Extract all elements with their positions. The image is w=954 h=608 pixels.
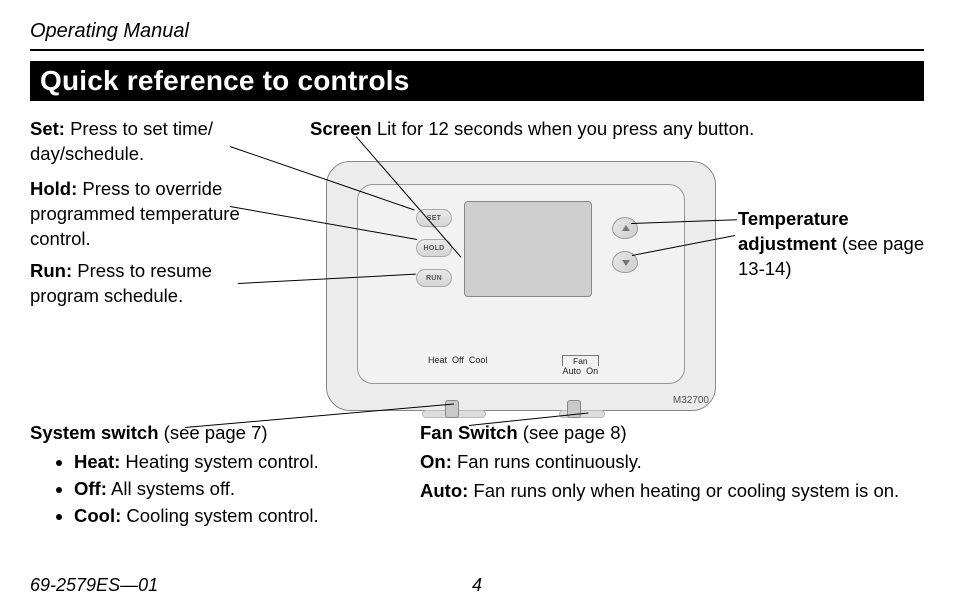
bullet-text: All systems off.	[107, 478, 235, 499]
callout-fan-text: (see page 8)	[518, 422, 627, 443]
callout-hold: Hold: Press to override programmed tempe…	[30, 177, 280, 252]
fan-on-text: Fan runs continuously.	[452, 451, 642, 472]
callout-system-label: System switch	[30, 422, 159, 443]
callout-screen: Screen Lit for 12 seconds when you press…	[310, 117, 870, 142]
callout-system: System switch (see page 7) Heat: Heating…	[30, 421, 410, 529]
temp-up-button	[612, 217, 638, 239]
bullet-text: Cooling system control.	[121, 505, 318, 526]
device-panel: SET HOLD RUN Heat Off Cool Fan Auto	[357, 184, 685, 384]
bullet-label: Heat:	[74, 451, 120, 472]
list-item: Cool: Cooling system control.	[74, 504, 410, 529]
sys-cool: Cool	[469, 355, 488, 365]
list-item: Heat: Heating system control.	[74, 450, 410, 475]
header-rule	[30, 49, 924, 51]
bullet-label: Off:	[74, 478, 107, 499]
callout-screen-text: Lit for 12 seconds when you press any bu…	[372, 118, 755, 139]
model-number: M32700	[673, 395, 709, 406]
fan-auto-label: Auto:	[420, 480, 468, 501]
fan-auto: Auto	[563, 366, 582, 376]
callout-temperature: Temperature adjustment (see page 13-14)	[738, 207, 938, 282]
list-item: Off: All systems off.	[74, 477, 410, 502]
callout-hold-label: Hold:	[30, 178, 77, 199]
page-footer: 69-2579ES—01 4	[30, 575, 924, 596]
fan-auto-text: Fan runs only when heating or cooling sy…	[468, 480, 899, 501]
system-switch-labels: Heat Off Cool	[428, 355, 487, 365]
bullet-text: Heating system control.	[120, 451, 318, 472]
callout-screen-label: Screen	[310, 118, 372, 139]
page-number: 4	[472, 575, 482, 596]
callout-set-label: Set:	[30, 118, 65, 139]
fan-on-label: On:	[420, 451, 452, 472]
callout-set: Set: Press to set time/ day/schedule.	[30, 117, 280, 167]
doc-number: 69-2579ES—01	[30, 575, 158, 596]
system-bullets: Heat: Heating system control. Off: All s…	[30, 450, 410, 529]
section-title: Quick reference to controls	[30, 61, 924, 101]
device-screen	[464, 201, 592, 297]
sys-off: Off	[452, 355, 464, 365]
fan-on: On	[586, 366, 598, 376]
switch-row: Heat Off Cool Fan Auto On	[418, 355, 644, 377]
callout-fan: Fan Switch (see page 8) On: Fan runs con…	[420, 421, 930, 504]
manual-title: Operating Manual	[30, 20, 924, 47]
fan-switch-labels: Fan Auto On	[562, 355, 599, 376]
run-button: RUN	[416, 269, 452, 287]
callout-temp-label: Temperature adjustment	[738, 208, 849, 254]
sys-heat: Heat	[428, 355, 447, 365]
bullet-label: Cool:	[74, 505, 121, 526]
callout-fan-label: Fan Switch	[420, 422, 518, 443]
callout-run-label: Run:	[30, 260, 72, 281]
callout-system-text: (see page 7)	[159, 422, 268, 443]
fan-title: Fan	[562, 355, 599, 366]
